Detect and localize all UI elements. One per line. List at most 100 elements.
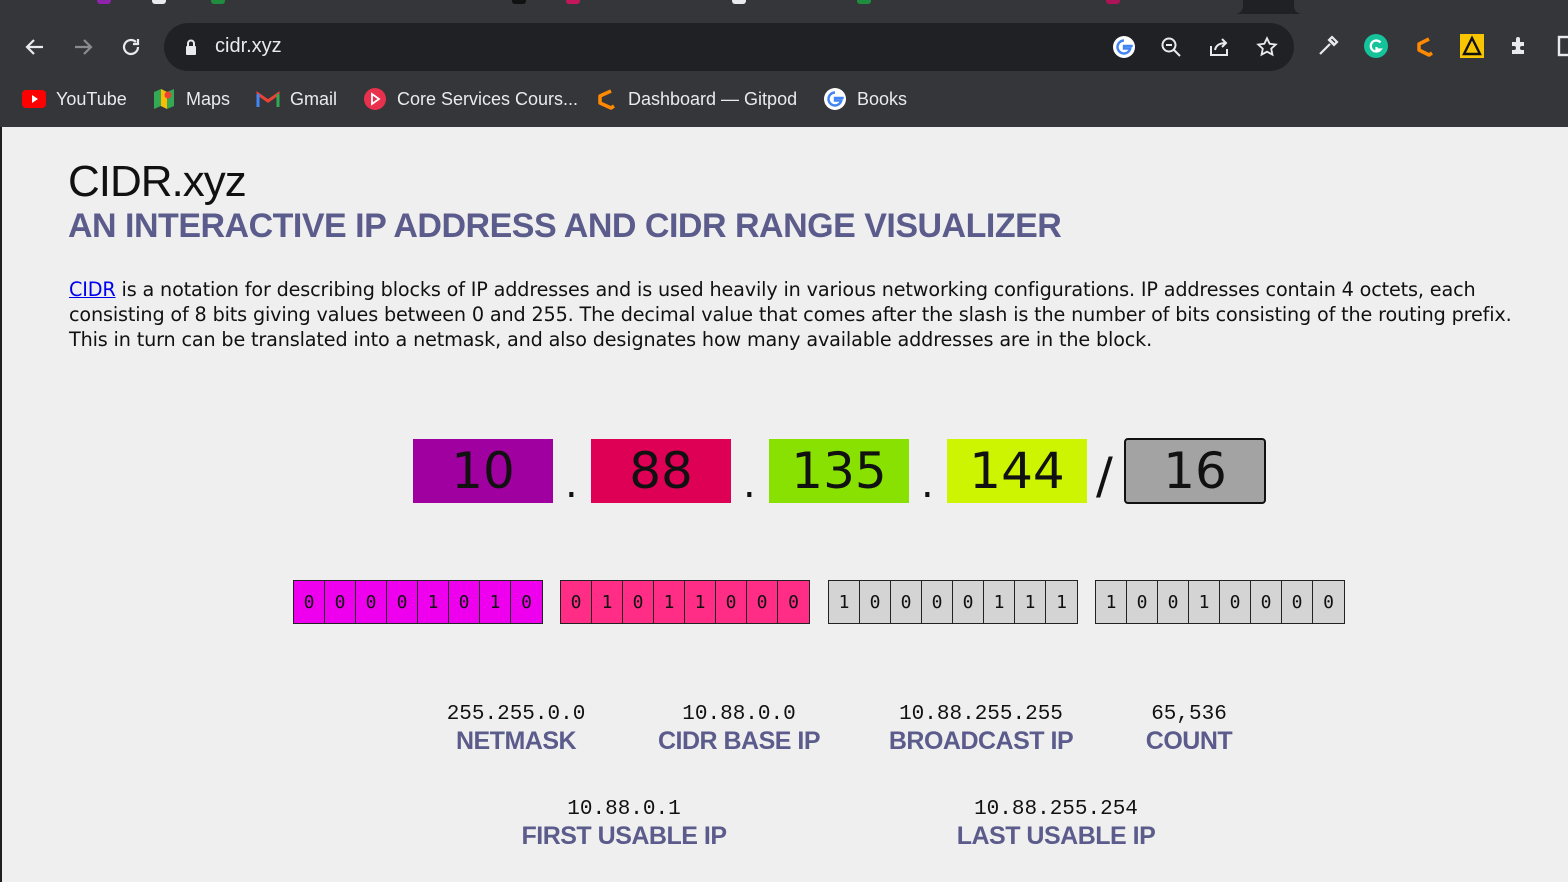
back-button[interactable] xyxy=(18,30,52,64)
octet-separator: . xyxy=(565,461,578,507)
bit-cell[interactable]: 1 xyxy=(480,581,511,623)
reload-button[interactable] xyxy=(114,30,148,64)
bookmark-youtube[interactable]: YouTube xyxy=(22,80,127,118)
bit-cell[interactable]: 0 xyxy=(953,581,984,623)
bit-cell[interactable]: 1 xyxy=(1015,581,1046,623)
cidr-link[interactable]: CIDR xyxy=(69,278,116,301)
share-icon[interactable] xyxy=(1206,34,1232,60)
bit-cell[interactable]: 0 xyxy=(561,581,592,623)
eyedropper-icon[interactable] xyxy=(1314,31,1342,61)
bit-cell[interactable]: 0 xyxy=(325,581,356,623)
new-tab-area[interactable] xyxy=(1294,0,1568,14)
prefix-slash: / xyxy=(1096,447,1113,505)
octet-4-input[interactable]: 144 xyxy=(947,439,1087,503)
page-title: CIDR.xyz xyxy=(68,157,247,206)
bookmark-books[interactable]: Books xyxy=(823,80,907,118)
browser-chrome: cidr.xyz YouTube Maps Gmail Core Service… xyxy=(0,0,1568,127)
bookmark-gitpod[interactable]: Dashboard — Gitpod xyxy=(594,80,797,118)
bit-cell[interactable]: 0 xyxy=(623,581,654,623)
url-text[interactable]: cidr.xyz xyxy=(215,35,282,58)
bit-cell[interactable]: 0 xyxy=(294,581,325,623)
lock-icon[interactable] xyxy=(178,34,204,60)
bit-cell[interactable]: 0 xyxy=(716,581,747,623)
bit-cell[interactable]: 1 xyxy=(418,581,449,623)
arrow-right-icon xyxy=(75,39,93,55)
base-ip-result: 10.88.0.0 CIDR BASE IP xyxy=(609,703,869,756)
bookmark-gmail[interactable]: Gmail xyxy=(256,80,337,118)
last-usable-label: LAST USABLE IP xyxy=(956,822,1156,850)
maps-icon xyxy=(152,87,176,111)
page-subtitle: AN INTERACTIVE IP ADDRESS AND CIDR RANGE… xyxy=(68,207,1062,245)
bit-cell[interactable]: 0 xyxy=(1251,581,1282,623)
octet-3-input[interactable]: 135 xyxy=(769,439,909,503)
bookmark-core-services[interactable]: Core Services Cours... xyxy=(363,80,578,118)
bookmark-label: Maps xyxy=(186,88,231,109)
prefix-length-input[interactable]: 16 xyxy=(1124,438,1266,504)
play-circle-icon xyxy=(363,87,387,111)
octet-2-bits: 01011000 xyxy=(560,580,810,624)
bit-cell[interactable]: 1 xyxy=(829,581,860,623)
octet-3-bits: 10000111 xyxy=(828,580,1078,624)
page-content: CIDR.xyz AN INTERACTIVE IP ADDRESS AND C… xyxy=(0,127,1568,882)
count-label: COUNT xyxy=(1145,727,1233,755)
bit-cell[interactable]: 1 xyxy=(1096,581,1127,623)
bit-cell[interactable]: 0 xyxy=(449,581,480,623)
bit-cell[interactable]: 0 xyxy=(356,581,387,623)
forward-button[interactable] xyxy=(66,30,100,64)
bookmark-label: Gmail xyxy=(290,88,338,109)
google-icon[interactable] xyxy=(1111,34,1137,60)
active-tab[interactable] xyxy=(0,0,1243,14)
sidebar-icon[interactable] xyxy=(1550,31,1568,61)
octet-1-input[interactable]: 10 xyxy=(413,439,553,503)
extensions-puzzle-icon[interactable] xyxy=(1506,31,1534,61)
star-icon[interactable] xyxy=(1254,34,1280,60)
bit-cell[interactable]: 0 xyxy=(1220,581,1251,623)
last-usable-value: 10.88.255.254 xyxy=(974,798,1138,821)
octet-2-input[interactable]: 88 xyxy=(591,439,731,503)
grammarly-icon[interactable] xyxy=(1362,31,1390,61)
gitpod-icon[interactable] xyxy=(1410,31,1438,61)
bit-cell[interactable]: 1 xyxy=(984,581,1015,623)
netmask-result: 255.255.0.0 NETMASK xyxy=(386,703,646,756)
bookmark-label: Core Services Cours... xyxy=(397,88,579,109)
octet-separator: . xyxy=(743,461,756,507)
bit-cell[interactable]: 0 xyxy=(922,581,953,623)
tab-favicon[interactable] xyxy=(152,0,166,4)
tab-favicon[interactable] xyxy=(732,0,746,4)
tab-strip xyxy=(0,0,1568,14)
bit-cell[interactable]: 0 xyxy=(891,581,922,623)
zoom-icon[interactable] xyxy=(1158,34,1184,60)
first-usable-value: 10.88.0.1 xyxy=(567,798,681,821)
bit-cell[interactable]: 1 xyxy=(1189,581,1220,623)
tab-favicon[interactable] xyxy=(566,0,580,4)
tab-favicon[interactable] xyxy=(857,0,871,4)
bit-cell[interactable]: 0 xyxy=(1158,581,1189,623)
bit-cell[interactable]: 0 xyxy=(1313,581,1344,623)
intro-paragraph: CIDR is a notation for describing blocks… xyxy=(69,277,1549,352)
bit-cell[interactable]: 1 xyxy=(1046,581,1077,623)
bit-cell[interactable]: 1 xyxy=(592,581,623,623)
bit-cell[interactable]: 0 xyxy=(860,581,891,623)
tab-favicon[interactable] xyxy=(97,0,111,4)
bit-cell[interactable]: 0 xyxy=(1282,581,1313,623)
count-result: 65,536 COUNT xyxy=(1059,703,1319,756)
bit-cell[interactable]: 0 xyxy=(511,581,542,623)
address-bar[interactable]: cidr.xyz xyxy=(164,23,1294,71)
tab-favicon[interactable] xyxy=(1106,0,1120,4)
warning-icon[interactable] xyxy=(1458,31,1486,61)
tab-favicon[interactable] xyxy=(211,0,225,4)
octet-separator: . xyxy=(921,461,934,507)
bookmark-maps[interactable]: Maps xyxy=(152,80,230,118)
octet-4-bits: 10010000 xyxy=(1095,580,1345,624)
bit-cell[interactable]: 0 xyxy=(387,581,418,623)
netmask-value: 255.255.0.0 xyxy=(446,703,586,726)
bit-cell[interactable]: 1 xyxy=(654,581,685,623)
bit-cell[interactable]: 0 xyxy=(1127,581,1158,623)
youtube-icon xyxy=(22,87,46,111)
bit-cell[interactable]: 0 xyxy=(747,581,778,623)
tab-favicon[interactable] xyxy=(512,0,526,4)
bit-cell[interactable]: 1 xyxy=(685,581,716,623)
bit-cell[interactable]: 0 xyxy=(778,581,809,623)
bookmark-label: Dashboard — Gitpod xyxy=(628,88,798,109)
first-usable-result: 10.88.0.1 FIRST USABLE IP xyxy=(494,798,754,851)
